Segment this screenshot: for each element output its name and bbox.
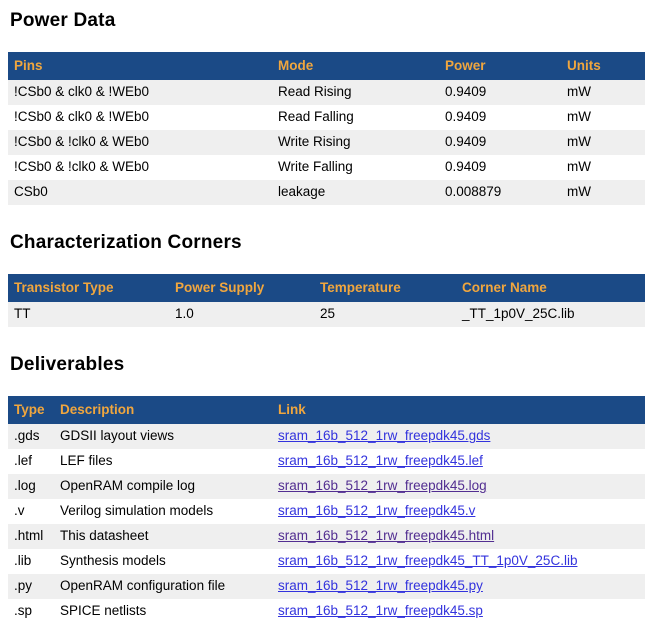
table-cell: sram_16b_512_1rw_freepdk45.html	[272, 524, 645, 549]
table-cell: OpenRAM compile log	[54, 474, 272, 499]
table-cell: .log	[8, 474, 54, 499]
table-cell: sram_16b_512_1rw_freepdk45.py	[272, 574, 645, 599]
power-data-heading: Power Data	[10, 10, 652, 32]
deliverable-link[interactable]: sram_16b_512_1rw_freepdk45.html	[278, 528, 494, 543]
column-header: Mode	[272, 52, 439, 80]
table-cell: mW	[561, 155, 645, 180]
table-cell: OpenRAM configuration file	[54, 574, 272, 599]
table-cell: 1.0	[169, 302, 314, 327]
table-cell: mW	[561, 105, 645, 130]
table-row: .logOpenRAM compile log sram_16b_512_1rw_…	[8, 474, 645, 499]
table-cell: mW	[561, 130, 645, 155]
table-row: !CSb0 & clk0 & !WEb0Read Rising0.9409mW	[8, 80, 645, 105]
table-cell: Synthesis models	[54, 549, 272, 574]
deliverables-heading: Deliverables	[10, 354, 652, 376]
table-cell: 0.008879	[439, 180, 561, 205]
table-cell: mW	[561, 180, 645, 205]
column-header: Units	[561, 52, 645, 80]
table-row: .htmlThis datasheet sram_16b_512_1rw_free…	[8, 524, 645, 549]
deliverable-link[interactable]: sram_16b_512_1rw_freepdk45.log	[278, 478, 487, 493]
column-header: Power	[439, 52, 561, 80]
table-cell: .lib	[8, 549, 54, 574]
characterization-corners-section: Characterization Corners Transistor Type…	[8, 232, 652, 327]
table-row: TT1.025_TT_1p0V_25C.lib	[8, 302, 645, 327]
table-cell: CSb0	[8, 180, 272, 205]
column-header: Corner Name	[456, 274, 645, 302]
table-row: .pyOpenRAM configuration file sram_16b_51…	[8, 574, 645, 599]
table-cell: This datasheet	[54, 524, 272, 549]
table-cell: Read Falling	[272, 105, 439, 130]
column-header: Transistor Type	[8, 274, 169, 302]
table-row: !CSb0 & !clk0 & WEb0Write Falling0.9409m…	[8, 155, 645, 180]
header-row: TypeDescriptionLink	[8, 396, 645, 424]
table-cell: 0.9409	[439, 155, 561, 180]
column-header: Temperature	[314, 274, 456, 302]
table-cell: 0.9409	[439, 130, 561, 155]
deliverable-link[interactable]: sram_16b_512_1rw_freepdk45.sp	[278, 603, 483, 618]
deliverable-link[interactable]: sram_16b_512_1rw_freepdk45.py	[278, 578, 483, 593]
characterization-corners-table: Transistor TypePower SupplyTemperatureCo…	[8, 274, 645, 327]
header-row: PinsModePowerUnits	[8, 52, 645, 80]
table-cell: sram_16b_512_1rw_freepdk45.lef	[272, 449, 645, 474]
deliverables-section: Deliverables TypeDescriptionLink.gdsGDSI…	[8, 354, 652, 624]
table-cell: sram_16b_512_1rw_freepdk45.gds	[272, 424, 645, 449]
column-header: Link	[272, 396, 645, 424]
table-cell: 25	[314, 302, 456, 327]
characterization-corners-heading: Characterization Corners	[10, 232, 652, 254]
table-cell: !CSb0 & !clk0 & WEb0	[8, 155, 272, 180]
table-cell: LEF files	[54, 449, 272, 474]
power-data-table: PinsModePowerUnits!CSb0 & clk0 & !WEb0Re…	[8, 52, 645, 205]
table-row: .vVerilog simulation models sram_16b_512_…	[8, 499, 645, 524]
table-cell: sram_16b_512_1rw_freepdk45.sp	[272, 599, 645, 624]
table-cell: 0.9409	[439, 80, 561, 105]
table-row: .spSPICE netlists sram_16b_512_1rw_freepd…	[8, 599, 645, 624]
column-header: Description	[54, 396, 272, 424]
table-cell: .gds	[8, 424, 54, 449]
table-cell: .py	[8, 574, 54, 599]
table-cell: !CSb0 & clk0 & !WEb0	[8, 80, 272, 105]
deliverable-link[interactable]: sram_16b_512_1rw_freepdk45.v	[278, 503, 475, 518]
table-cell: 0.9409	[439, 105, 561, 130]
header-row: Transistor TypePower SupplyTemperatureCo…	[8, 274, 645, 302]
table-cell: .v	[8, 499, 54, 524]
table-cell: Write Falling	[272, 155, 439, 180]
table-cell: Verilog simulation models	[54, 499, 272, 524]
table-cell: !CSb0 & !clk0 & WEb0	[8, 130, 272, 155]
table-cell: sram_16b_512_1rw_freepdk45_TT_1p0V_25C.l…	[272, 549, 645, 574]
table-cell: sram_16b_512_1rw_freepdk45.v	[272, 499, 645, 524]
table-cell: sram_16b_512_1rw_freepdk45.log	[272, 474, 645, 499]
table-row: .gdsGDSII layout views sram_16b_512_1rw_f…	[8, 424, 645, 449]
table-cell: .sp	[8, 599, 54, 624]
table-row: .lefLEF files sram_16b_512_1rw_freepdk45.…	[8, 449, 645, 474]
table-cell: SPICE netlists	[54, 599, 272, 624]
table-row: !CSb0 & !clk0 & WEb0Write Rising0.9409mW	[8, 130, 645, 155]
table-row: CSb0leakage0.008879mW	[8, 180, 645, 205]
column-header: Type	[8, 396, 54, 424]
column-header: Pins	[8, 52, 272, 80]
deliverable-link[interactable]: sram_16b_512_1rw_freepdk45_TT_1p0V_25C.l…	[278, 553, 577, 568]
table-cell: TT	[8, 302, 169, 327]
table-cell: Write Rising	[272, 130, 439, 155]
table-cell: .html	[8, 524, 54, 549]
table-cell: _TT_1p0V_25C.lib	[456, 302, 645, 327]
deliverable-link[interactable]: sram_16b_512_1rw_freepdk45.lef	[278, 453, 483, 468]
table-cell: mW	[561, 80, 645, 105]
column-header: Power Supply	[169, 274, 314, 302]
table-cell: GDSII layout views	[54, 424, 272, 449]
table-row: .libSynthesis models sram_16b_512_1rw_fre…	[8, 549, 645, 574]
table-cell: leakage	[272, 180, 439, 205]
table-row: !CSb0 & clk0 & !WEb0Read Falling0.9409mW	[8, 105, 645, 130]
power-data-section: Power Data PinsModePowerUnits!CSb0 & clk…	[8, 10, 652, 205]
table-cell: .lef	[8, 449, 54, 474]
deliverable-link[interactable]: sram_16b_512_1rw_freepdk45.gds	[278, 428, 490, 443]
table-cell: !CSb0 & clk0 & !WEb0	[8, 105, 272, 130]
deliverables-table: TypeDescriptionLink.gdsGDSII layout view…	[8, 396, 645, 624]
table-cell: Read Rising	[272, 80, 439, 105]
